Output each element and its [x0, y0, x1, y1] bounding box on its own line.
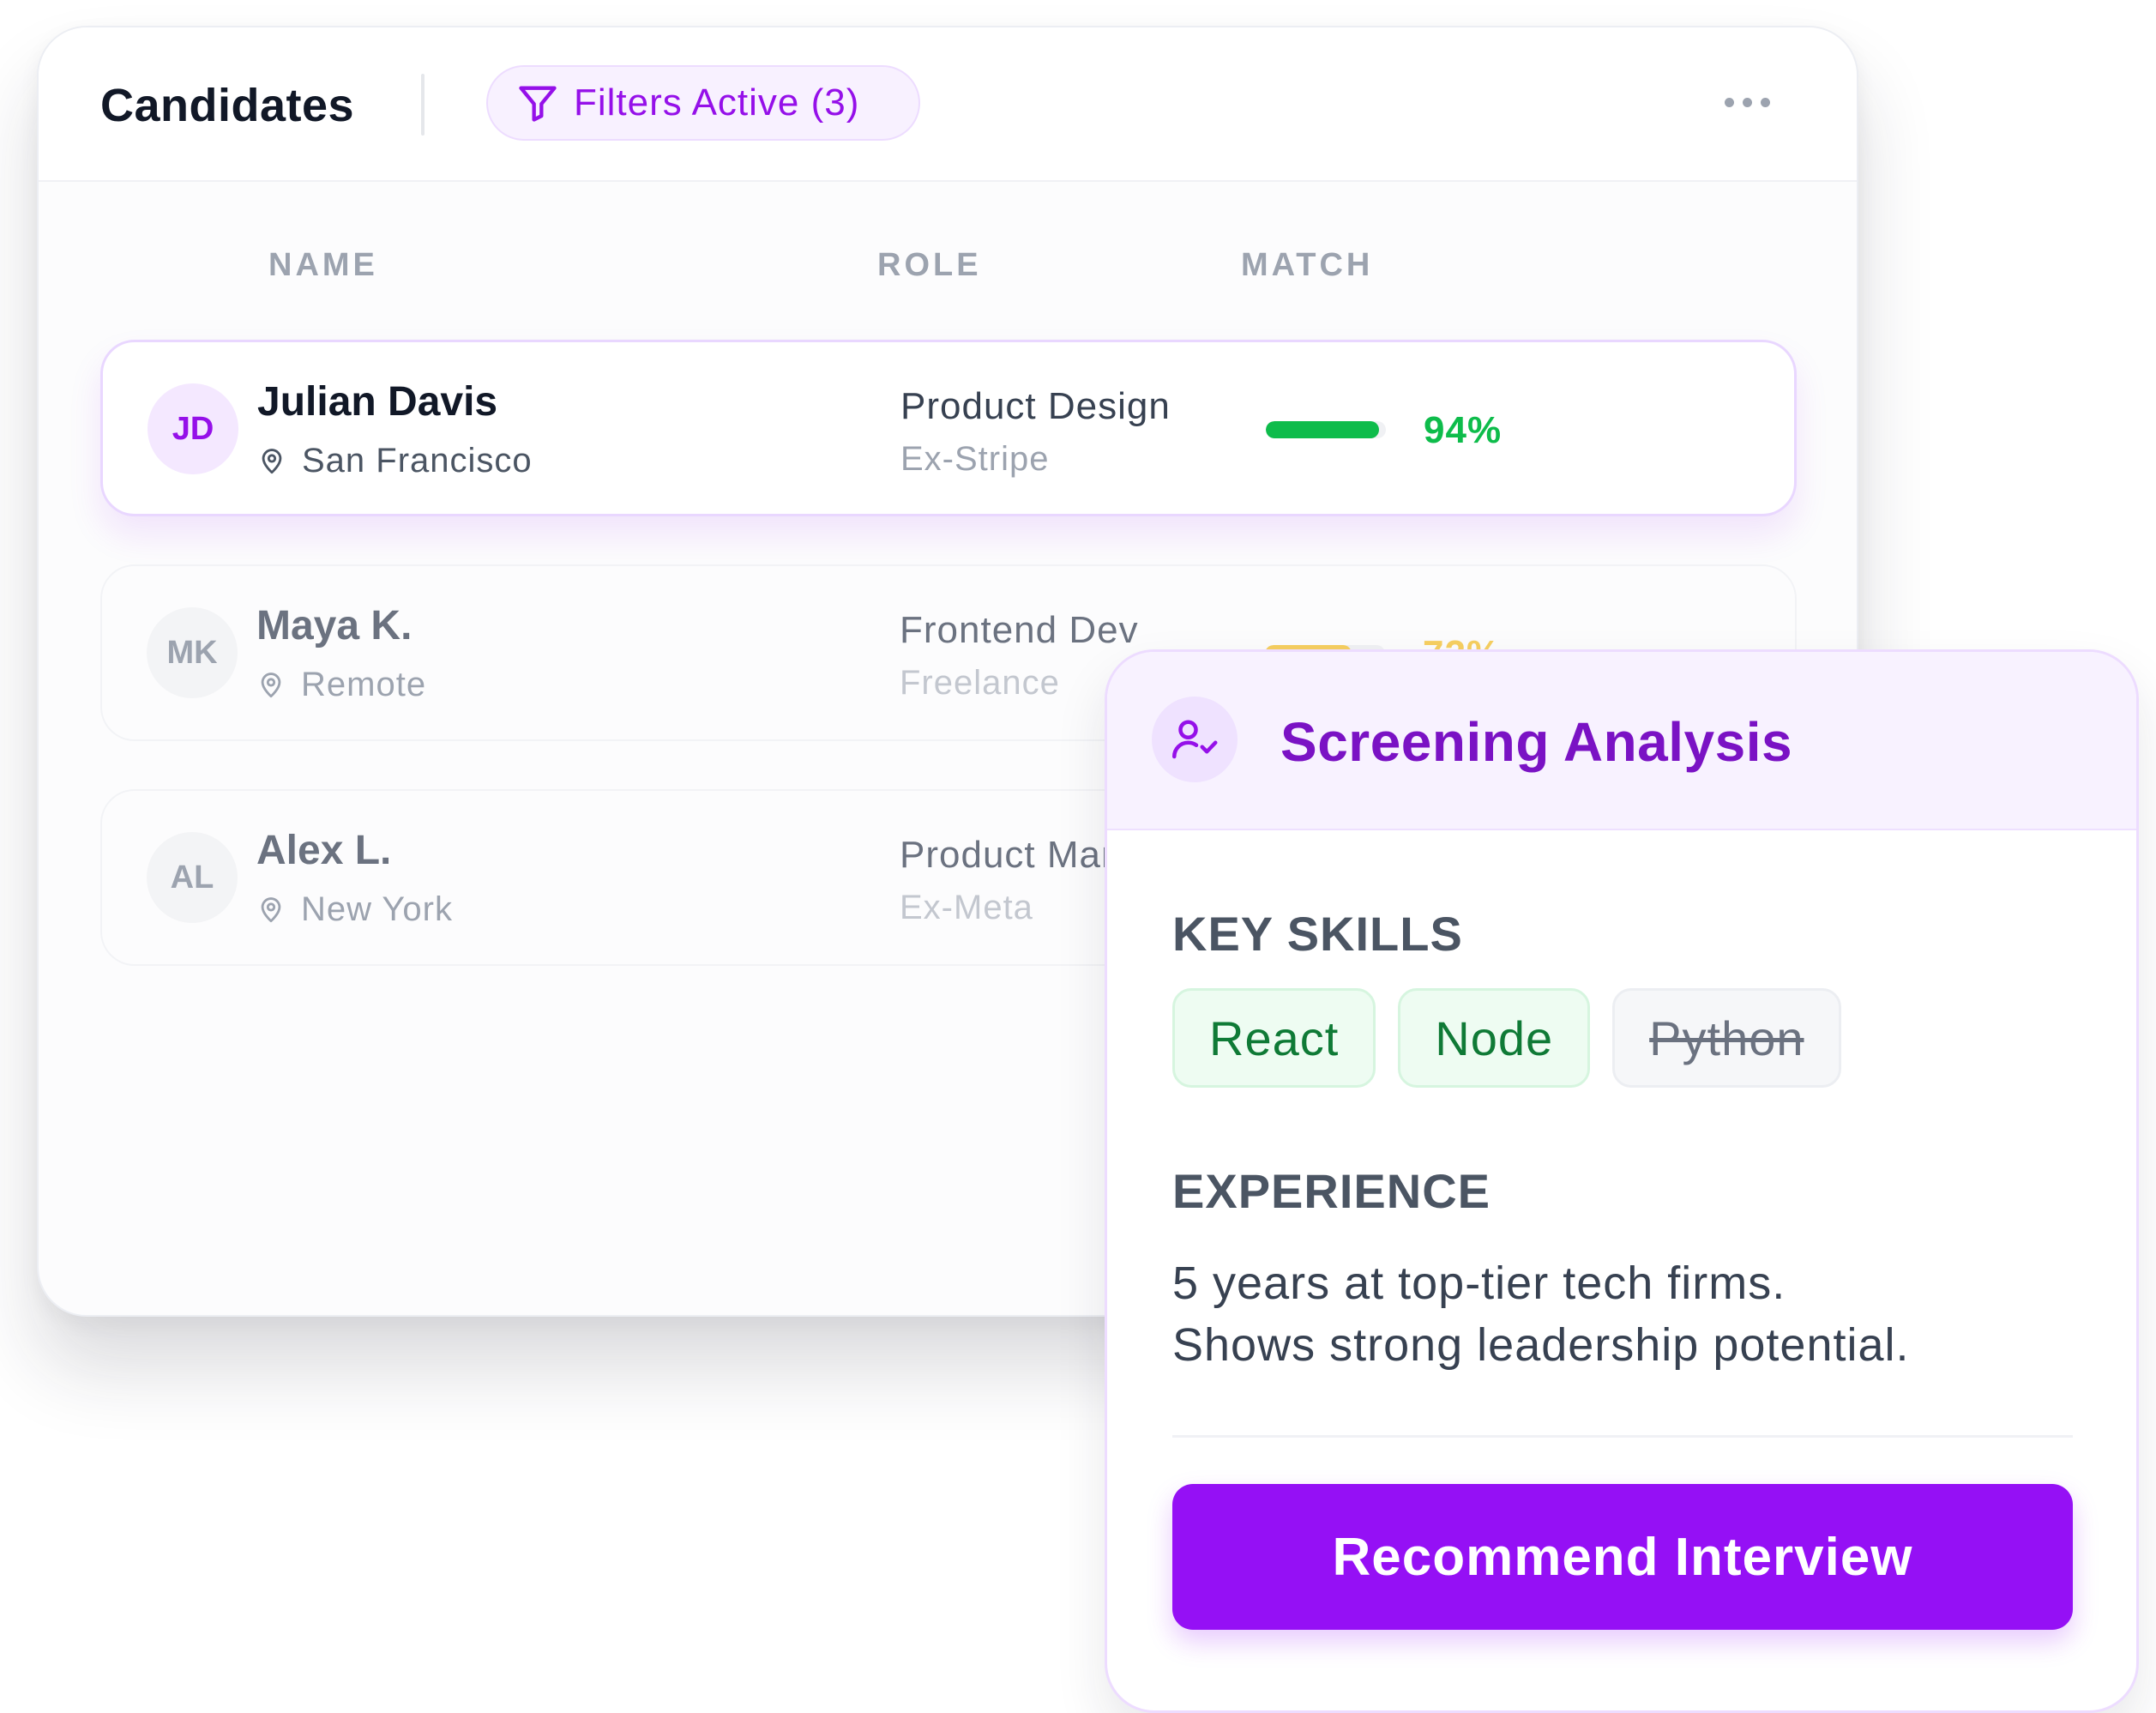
candidate-company: Ex-Stripe	[900, 440, 1050, 478]
column-header-role: ROLE	[877, 247, 982, 283]
map-pin-icon	[257, 447, 302, 476]
filters-active-button[interactable]: Filters Active (3)	[486, 65, 920, 141]
recommend-interview-button[interactable]: Recommend Interview	[1172, 1484, 2073, 1630]
experience-line: Shows strong leadership potential.	[1172, 1319, 1910, 1371]
more-horizontal-icon[interactable]	[1725, 89, 1793, 115]
experience-label: EXPERIENCE	[1172, 1164, 1491, 1218]
candidate-role: Frontend Dev	[900, 609, 1139, 651]
column-header-match: MATCH	[1241, 247, 1374, 283]
filters-active-label: Filters Active (3)	[574, 81, 860, 124]
candidates-header: Candidates Filters Active (3)	[39, 27, 1857, 182]
candidate-row[interactable]: JD Julian Davis San Francisco Product Desig…	[100, 340, 1797, 516]
skill-chip-python: Python	[1612, 988, 1841, 1088]
candidate-company: Freelance	[900, 664, 1060, 702]
skill-chip-react: React	[1172, 988, 1376, 1088]
key-skills-label: KEY SKILLS	[1172, 907, 1463, 961]
candidate-location: New York	[256, 890, 453, 929]
match-percent: 94%	[1424, 409, 1503, 451]
skills-list: React Node Python	[1172, 988, 1841, 1088]
filter-icon	[519, 86, 557, 122]
panel-divider	[1172, 1435, 2073, 1438]
screening-analysis-panel: Screening Analysis KEY SKILLS React Node…	[1105, 649, 2139, 1713]
skill-chip-node: Node	[1398, 988, 1591, 1088]
header-divider	[421, 74, 425, 136]
page-title: Candidates	[100, 80, 355, 131]
panel-title: Screening Analysis	[1280, 711, 1793, 773]
experience-text: 5 years at top-tier tech firms. Shows st…	[1172, 1252, 2081, 1376]
candidate-location-text: San Francisco	[302, 442, 533, 480]
candidate-location: Remote	[256, 666, 426, 704]
user-check-icon	[1152, 697, 1238, 782]
panel-header: Screening Analysis	[1107, 652, 2136, 830]
column-header-name: NAME	[268, 247, 378, 283]
match-bar-fill	[1266, 421, 1379, 438]
avatar: JD	[148, 383, 238, 474]
avatar: AL	[147, 832, 238, 923]
match-bar	[1266, 421, 1386, 438]
map-pin-icon	[256, 896, 301, 925]
candidate-role: Product Design	[900, 385, 1171, 427]
experience-line: 5 years at top-tier tech firms.	[1172, 1258, 1786, 1309]
candidate-location-text: New York	[301, 890, 453, 928]
candidate-name: Maya K.	[256, 603, 413, 648]
candidate-name: Julian Davis	[257, 379, 498, 425]
candidate-company: Ex-Meta	[900, 889, 1033, 926]
candidate-location: San Francisco	[257, 442, 533, 480]
map-pin-icon	[256, 671, 301, 700]
candidate-location-text: Remote	[301, 666, 427, 703]
candidate-name: Alex L.	[256, 828, 392, 873]
avatar: MK	[147, 607, 238, 698]
